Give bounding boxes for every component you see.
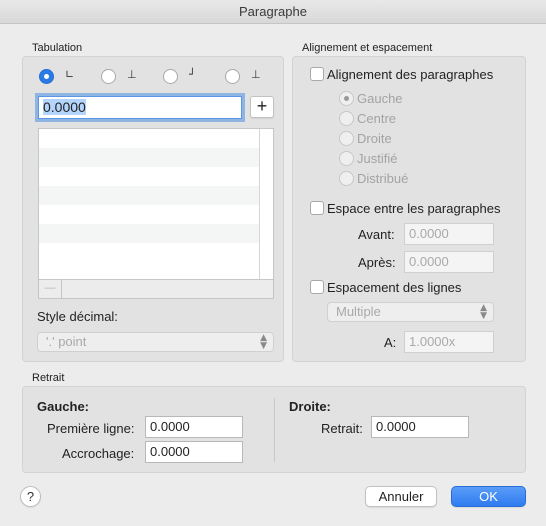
list-scroll-divider [259, 129, 260, 279]
indent-section-label: Retrait [32, 372, 65, 384]
plus-icon: + [256, 96, 268, 116]
center-tab-icon: ⊥ [127, 68, 137, 81]
before-input[interactable]: 0.0000 [404, 223, 494, 245]
window-title: Paragraphe [239, 4, 307, 19]
paragraph-spacing-checkbox[interactable] [310, 201, 324, 215]
line-spacing-checkbox[interactable] [310, 280, 324, 294]
chevron-updown-icon: ▲ ▼ [260, 333, 267, 351]
list-item[interactable] [39, 205, 259, 224]
line-spacing-label: Espacement des lignes [327, 280, 462, 295]
first-line-input[interactable]: 0.0000 [145, 416, 243, 438]
paragraph-alignment-checkbox[interactable] [310, 67, 324, 81]
first-line-label: Première ligne: [47, 421, 135, 436]
alignment-section-label: Alignement et espacement [302, 42, 433, 54]
ok-button-label: OK [479, 489, 498, 504]
list-item[interactable] [39, 148, 259, 167]
paragraph-alignment-label: Alignement des paragraphes [327, 67, 494, 82]
help-icon: ? [26, 489, 35, 504]
add-tab-button[interactable]: + [250, 96, 274, 118]
list-item[interactable] [39, 224, 259, 243]
list-item[interactable] [39, 129, 259, 148]
align-justifie-label: Justifié [357, 151, 398, 166]
a-value: 1.0000x [409, 334, 456, 349]
hanging-input[interactable]: 0.0000 [145, 441, 243, 463]
right-indent-value: 0.0000 [376, 419, 416, 434]
hanging-value: 0.0000 [150, 444, 190, 459]
align-gauche-label: Gauche [357, 91, 403, 106]
align-distribue-label: Distribué [357, 171, 409, 186]
window-titlebar: Paragraphe [0, 0, 546, 24]
remove-tab-button[interactable]: — [39, 280, 62, 298]
tab-type-left-radio[interactable] [39, 69, 54, 84]
left-tab-icon: ∟ [65, 68, 75, 81]
hanging-label: Accrochage: [62, 446, 135, 461]
first-line-value: 0.0000 [150, 419, 190, 434]
paragraph-spacing-label: Espace entre les paragraphes [327, 201, 501, 216]
align-distribue-radio[interactable] [339, 171, 354, 186]
tab-position-value: 0.0000 [43, 99, 86, 115]
help-button[interactable]: ? [20, 486, 41, 507]
chevron-updown-icon: ▲ ▼ [480, 303, 487, 321]
list-item[interactable] [39, 186, 259, 205]
cancel-button-label: Annuler [378, 489, 424, 504]
list-item[interactable] [39, 243, 259, 262]
align-centre-label: Centre [357, 111, 397, 126]
tab-type-decimal-radio[interactable] [225, 69, 240, 84]
decimal-style-select[interactable]: '.' point ▲ ▼ [37, 332, 274, 352]
after-label: Après: [358, 255, 396, 270]
right-tab-icon: ┘ [189, 68, 196, 81]
a-label: A: [384, 335, 397, 350]
after-value: 0.0000 [409, 254, 449, 269]
minus-icon: — [44, 282, 56, 294]
line-spacing-mode-value: Multiple [336, 304, 381, 319]
indent-right-title: Droite: [289, 399, 331, 414]
align-droite-radio[interactable] [339, 131, 354, 146]
align-justifie-radio[interactable] [339, 151, 354, 166]
after-input[interactable]: 0.0000 [404, 251, 494, 273]
tab-type-right-radio[interactable] [163, 69, 178, 84]
list-footer [39, 280, 273, 298]
indent-divider [274, 398, 275, 462]
decimal-tab-icon: ⊥ [251, 68, 261, 81]
align-droite-label: Droite [357, 131, 392, 146]
ok-button[interactable]: OK [451, 486, 526, 507]
before-value: 0.0000 [409, 226, 449, 241]
a-input[interactable]: 1.0000x [404, 331, 494, 353]
tab-stops-list[interactable]: — [38, 128, 274, 299]
right-indent-label: Retrait: [321, 421, 363, 436]
tab-position-input[interactable]: 0.0000 [38, 96, 242, 119]
indent-left-title: Gauche: [37, 399, 90, 414]
decimal-style-value: '.' point [46, 334, 87, 349]
before-label: Avant: [358, 227, 395, 242]
decimal-style-label: Style décimal: [37, 309, 118, 324]
align-centre-radio[interactable] [339, 111, 354, 126]
list-item[interactable] [39, 167, 259, 186]
tabulation-label: Tabulation [32, 42, 83, 54]
tab-type-center-radio[interactable] [101, 69, 116, 84]
right-indent-input[interactable]: 0.0000 [371, 416, 469, 438]
align-gauche-radio[interactable] [339, 91, 354, 106]
cancel-button[interactable]: Annuler [365, 486, 437, 507]
line-spacing-mode-select[interactable]: Multiple ▲ ▼ [327, 302, 494, 322]
